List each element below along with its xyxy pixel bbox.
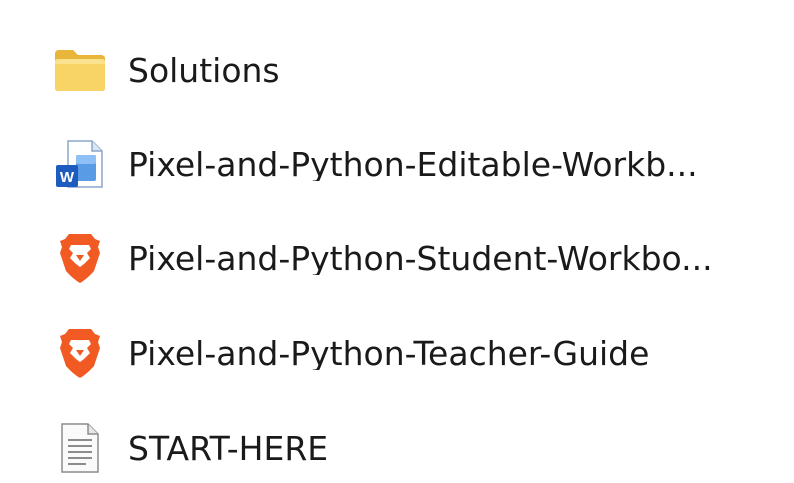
file-item-start-here[interactable]: START-HERE bbox=[50, 413, 780, 483]
file-item-teacher-guide[interactable]: Pixel-and-Python-Teacher-Guide bbox=[50, 318, 780, 388]
file-name: Solutions bbox=[128, 53, 280, 87]
file-item-editable-workbook[interactable]: W Pixel-and-Python-Editable-Workb... bbox=[50, 129, 780, 199]
file-name: Pixel-and-Python-Editable-Workb... bbox=[128, 147, 698, 181]
file-item-student-workbook[interactable]: Pixel-and-Python-Student-Workbo... bbox=[50, 223, 780, 293]
brave-pdf-icon bbox=[50, 228, 110, 288]
file-name: START-HERE bbox=[128, 431, 329, 465]
brave-pdf-icon bbox=[50, 323, 110, 383]
svg-text:W: W bbox=[60, 169, 75, 186]
file-name: Pixel-and-Python-Teacher-Guide bbox=[128, 336, 650, 370]
folder-icon bbox=[50, 40, 110, 100]
word-document-icon: W bbox=[50, 134, 110, 194]
file-name: Pixel-and-Python-Student-Workbo... bbox=[128, 241, 713, 275]
text-file-icon bbox=[50, 418, 110, 478]
file-list: Solutions W Pixel-and-Python-Editable-Wo… bbox=[0, 0, 794, 482]
file-item-solutions[interactable]: Solutions bbox=[50, 35, 780, 105]
